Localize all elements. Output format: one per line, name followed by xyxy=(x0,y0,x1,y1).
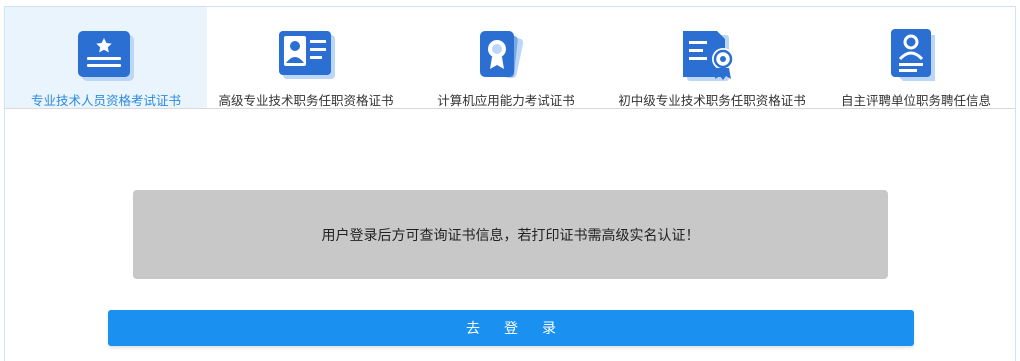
go-login-button[interactable]: 去登录 xyxy=(108,310,914,346)
tab-label: 高级专业技术职务任职资格证书 xyxy=(218,93,394,108)
login-required-notice: 用户登录后方可查询证书信息，若打印证书需高级实名认证！ xyxy=(133,190,888,279)
tab-computer-skills-exam[interactable]: 计算机应用能力考试证书 xyxy=(405,7,607,108)
tab-label: 专业技术人员资格考试证书 xyxy=(30,93,181,108)
id-card-icon xyxy=(279,31,335,79)
certificate-tabs: 专业技术人员资格考试证书 高级专业技术职务任职资格证书 计算机应用能力考试证书 … xyxy=(5,7,1015,109)
certificate-star-icon xyxy=(78,31,134,81)
tab-label: 初中级专业技术职务任职资格证书 xyxy=(618,93,806,108)
certificate-query-panel: 专业技术人员资格考试证书 高级专业技术职务任职资格证书 计算机应用能力考试证书 … xyxy=(4,6,1016,361)
notice-text: 用户登录后方可查询证书信息，若打印证书需高级实名认证！ xyxy=(321,227,700,244)
tab-self-evaluation-appointment[interactable]: 自主评聘单位职务聘任信息 xyxy=(817,7,1015,108)
tab-senior-title-qualification[interactable]: 高级专业技术职务任职资格证书 xyxy=(207,7,405,108)
award-cards-icon xyxy=(480,31,524,78)
tab-professional-qualification-exam[interactable]: 专业技术人员资格考试证书 xyxy=(5,7,207,108)
document-seal-icon xyxy=(683,31,734,81)
login-button-label: 去登录 xyxy=(466,321,580,337)
tab-label: 计算机应用能力考试证书 xyxy=(437,93,575,108)
tab-junior-intermediate-title-qualification[interactable]: 初中级专业技术职务任职资格证书 xyxy=(607,7,817,108)
tab-label: 自主评聘单位职务聘任信息 xyxy=(840,93,991,108)
user-document-icon xyxy=(891,29,935,81)
